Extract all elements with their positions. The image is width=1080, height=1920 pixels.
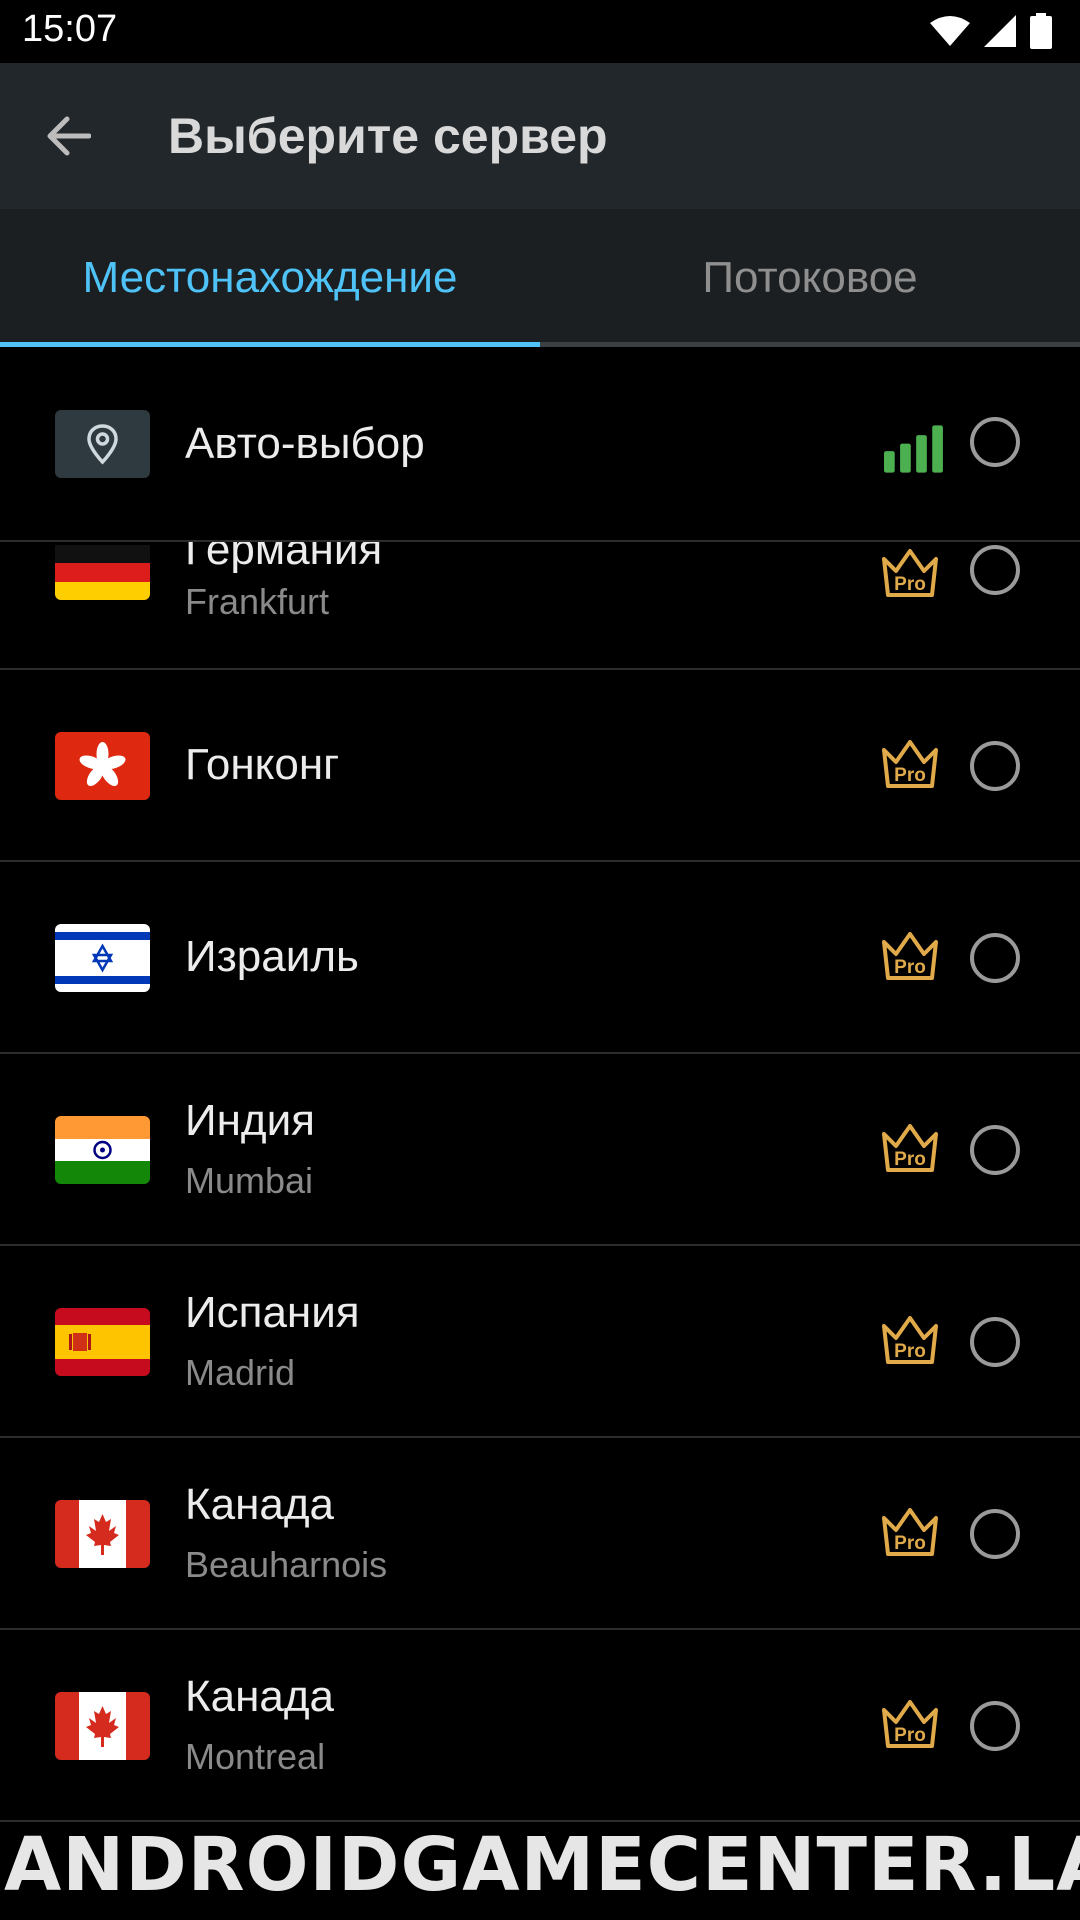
- server-name: Индия: [185, 1096, 316, 1145]
- flag-canada-icon: [55, 1500, 150, 1568]
- server-row-germany[interactable]: Германия Frankfurt Pro: [0, 525, 1080, 670]
- svg-text:Pro: Pro: [894, 765, 926, 786]
- server-name: Авто-выбор: [185, 419, 425, 468]
- signal-icon: [984, 15, 1016, 47]
- server-radio[interactable]: [970, 1509, 1020, 1559]
- server-radio[interactable]: [970, 933, 1020, 983]
- server-row-auto[interactable]: Авто-выбор: [0, 347, 1080, 542]
- watermark: ANDROIDGAMECENTER.LAT: [4, 1822, 1080, 1908]
- flag-india-icon: [55, 1116, 150, 1184]
- server-name: Израиль: [185, 932, 359, 981]
- svg-text:Pro: Pro: [894, 1341, 926, 1362]
- arrow-back-icon: [47, 116, 91, 156]
- svg-text:Pro: Pro: [894, 1533, 926, 1554]
- server-radio[interactable]: [970, 1317, 1020, 1367]
- page-title: Выберите сервер: [168, 108, 608, 164]
- flag-canada-icon: [55, 1692, 150, 1760]
- server-row-india[interactable]: Индия Mumbai Pro: [0, 1054, 1080, 1246]
- server-row-israel[interactable]: Израиль Pro: [0, 862, 1080, 1054]
- server-row-canada-montreal[interactable]: Канада Montreal Pro: [0, 1630, 1080, 1822]
- pro-crown-icon: Pro: [882, 1508, 938, 1556]
- pro-crown-icon: Pro: [882, 1700, 938, 1748]
- server-city: Mumbai: [185, 1160, 314, 1201]
- pro-crown-icon: Pro: [882, 1316, 938, 1364]
- tab-bar: Местонахождение Потоковое: [0, 209, 1080, 347]
- svg-text:Pro: Pro: [894, 1725, 926, 1746]
- server-list[interactable]: Авто-выбор Германия Frankfurt Pro Гонкон…: [0, 347, 1080, 1840]
- svg-text:Pro: Pro: [894, 957, 926, 978]
- server-city: Beauharnois: [185, 1544, 388, 1585]
- server-name: Канада: [185, 1672, 335, 1721]
- server-row-hong-kong[interactable]: Гонконг Pro: [0, 670, 1080, 862]
- server-radio[interactable]: [970, 1701, 1020, 1751]
- pro-crown-icon: Pro: [882, 740, 938, 788]
- server-row-canada-beauharnois[interactable]: Канада Beauharnois Pro: [0, 1438, 1080, 1630]
- server-radio[interactable]: [970, 741, 1020, 791]
- server-row-spain[interactable]: Испания Madrid Pro: [0, 1246, 1080, 1438]
- pro-crown-icon: Pro: [882, 1124, 938, 1172]
- svg-text:Pro: Pro: [894, 1149, 926, 1170]
- server-radio[interactable]: [970, 1125, 1020, 1175]
- signal-strength-icon: [884, 425, 943, 473]
- server-name: Гонконг: [185, 740, 340, 789]
- status-bar: 15:07: [0, 0, 1080, 63]
- wifi-icon: [930, 16, 970, 46]
- flag-hong-kong-icon: [55, 732, 150, 800]
- battery-icon: [1030, 13, 1052, 49]
- server-name: Канада: [185, 1480, 335, 1529]
- location-pin-icon: [55, 410, 150, 478]
- tab-location[interactable]: Местонахождение: [0, 209, 540, 347]
- flag-germany-icon: [55, 545, 150, 600]
- server-name: Испания: [185, 1288, 360, 1337]
- app-bar: Выберите сервер: [0, 63, 1080, 209]
- flag-spain-icon: [55, 1308, 150, 1376]
- tab-streaming[interactable]: Потоковое: [540, 209, 1080, 347]
- flag-israel-icon: [55, 924, 150, 992]
- pro-crown-icon: Pro: [882, 549, 938, 597]
- server-city: Frankfurt: [185, 581, 330, 622]
- pro-crown-icon: Pro: [882, 932, 938, 980]
- back-button[interactable]: [30, 103, 106, 169]
- server-city: Montreal: [185, 1736, 326, 1777]
- status-time: 15:07: [22, 8, 118, 50]
- server-city: Madrid: [185, 1352, 296, 1393]
- status-icons: [930, 12, 1052, 50]
- server-radio[interactable]: [970, 417, 1020, 467]
- svg-text:Pro: Pro: [894, 574, 926, 595]
- server-radio[interactable]: [970, 545, 1020, 595]
